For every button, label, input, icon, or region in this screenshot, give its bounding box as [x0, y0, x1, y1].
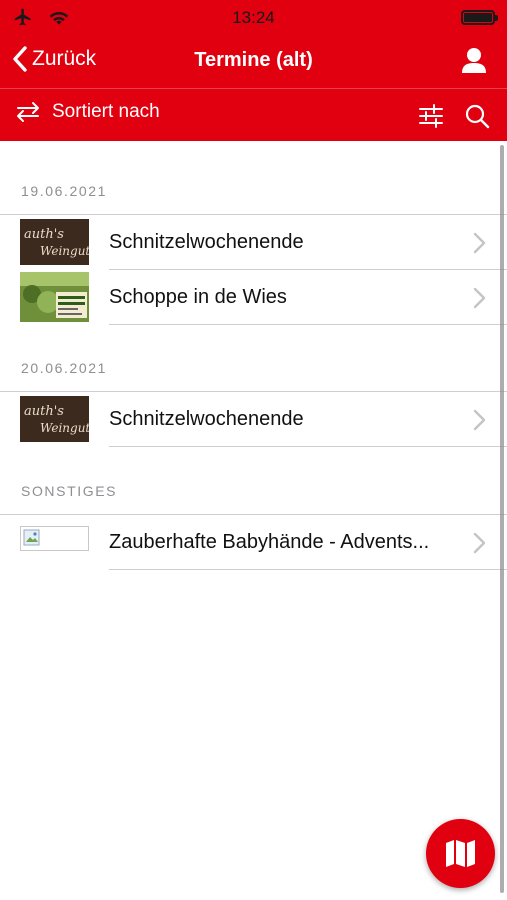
broken-image-icon: [23, 529, 40, 546]
map-icon: [446, 840, 475, 867]
event-title: Zauberhafte Babyhände - Advents...: [109, 531, 430, 553]
divider: [109, 569, 507, 570]
user-icon: [462, 48, 486, 73]
divider: [109, 324, 507, 325]
battery-icon: [461, 10, 498, 25]
list-item[interactable]: auth's Weingut Schnitzelwochenende: [0, 215, 507, 269]
event-title: Schnitzelwochenende: [109, 231, 304, 253]
nav-bar: Zurück Termine (alt): [0, 38, 507, 84]
profile-button[interactable]: [459, 46, 489, 76]
list-item[interactable]: Schoppe in de Wies: [0, 270, 507, 324]
event-title: Schnitzelwochenende: [109, 408, 304, 430]
chevron-right-icon: [473, 409, 486, 431]
section-header-date: 19.06.2021: [21, 183, 108, 199]
scrollbar[interactable]: [500, 145, 504, 893]
section-header-date: 20.06.2021: [21, 360, 108, 376]
status-bar: 13:24: [0, 0, 507, 36]
divider: [109, 446, 507, 447]
filter-button[interactable]: [417, 102, 445, 130]
chevron-right-icon: [473, 532, 486, 554]
list-item[interactable]: auth's Weingut Schnitzelwochenende: [0, 392, 507, 446]
map-button[interactable]: [426, 819, 495, 888]
swap-arrows-icon: [17, 102, 39, 122]
chevron-right-icon: [473, 287, 486, 309]
svg-text:Weingut: Weingut: [40, 244, 89, 258]
search-button[interactable]: [463, 102, 491, 130]
svg-text:auth's: auth's: [24, 404, 64, 419]
broken-image-placeholder: [20, 526, 89, 551]
search-icon: [465, 104, 490, 129]
event-thumbnail: auth's Weingut: [20, 219, 89, 265]
event-thumbnail: auth's Weingut: [20, 396, 89, 442]
list-toolbar: Sortiert nach: [0, 88, 507, 141]
app-header: 13:24 Zurück Termine (alt) Sortiert nach: [0, 0, 507, 141]
status-time: 13:24: [232, 8, 275, 27]
event-title: Schoppe in de Wies: [109, 286, 287, 308]
event-list: 19.06.2021 auth's Weingut Schnitzelwochen…: [0, 141, 507, 900]
list-item[interactable]: Zauberhafte Babyhände - Advents...: [0, 515, 507, 569]
svg-text:auth's: auth's: [24, 227, 64, 242]
sliders-icon: [419, 104, 443, 128]
back-button[interactable]: Zurück: [12, 46, 96, 72]
section-header-other: SONSTIGES: [21, 483, 118, 499]
sort-label: Sortiert nach: [52, 101, 160, 122]
sort-button[interactable]: Sortiert nach: [14, 101, 160, 123]
back-button-label: Zurück: [32, 47, 97, 70]
chevron-right-icon: [473, 232, 486, 254]
chevron-left-icon: [13, 46, 27, 72]
event-thumbnail: [20, 272, 89, 322]
svg-text:Weingut: Weingut: [40, 421, 89, 435]
